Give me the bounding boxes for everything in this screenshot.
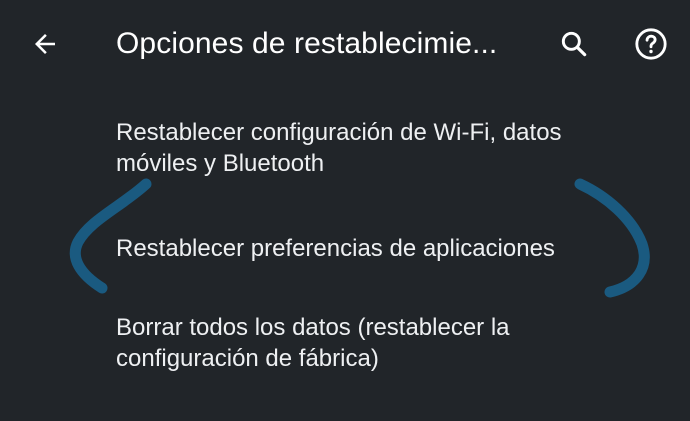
list-item-label: Borrar todos los datos (restablecer la c… — [116, 314, 510, 372]
help-button[interactable] — [625, 18, 677, 70]
arrow-left-icon — [35, 34, 55, 54]
search-icon — [561, 31, 587, 57]
list-item-label: Restablecer preferencias de aplicaciones — [116, 235, 555, 262]
list-item-reset-network[interactable]: Restablecer configuración de Wi-Fi, dato… — [0, 100, 690, 200]
app-bar: Opciones de restablecimie... — [0, 0, 690, 90]
list-item-factory-reset[interactable]: Borrar todos los datos (restablecer la c… — [0, 295, 690, 395]
search-button[interactable] — [548, 18, 600, 70]
back-button[interactable] — [19, 18, 71, 70]
page-title: Opciones de restablecimie... — [116, 27, 498, 60]
list-item-reset-app-preferences[interactable]: Restablecer preferencias de aplicaciones — [0, 215, 690, 285]
help-circle-icon — [635, 28, 667, 60]
list-item-label: Restablecer configuración de Wi-Fi, dato… — [116, 119, 562, 177]
